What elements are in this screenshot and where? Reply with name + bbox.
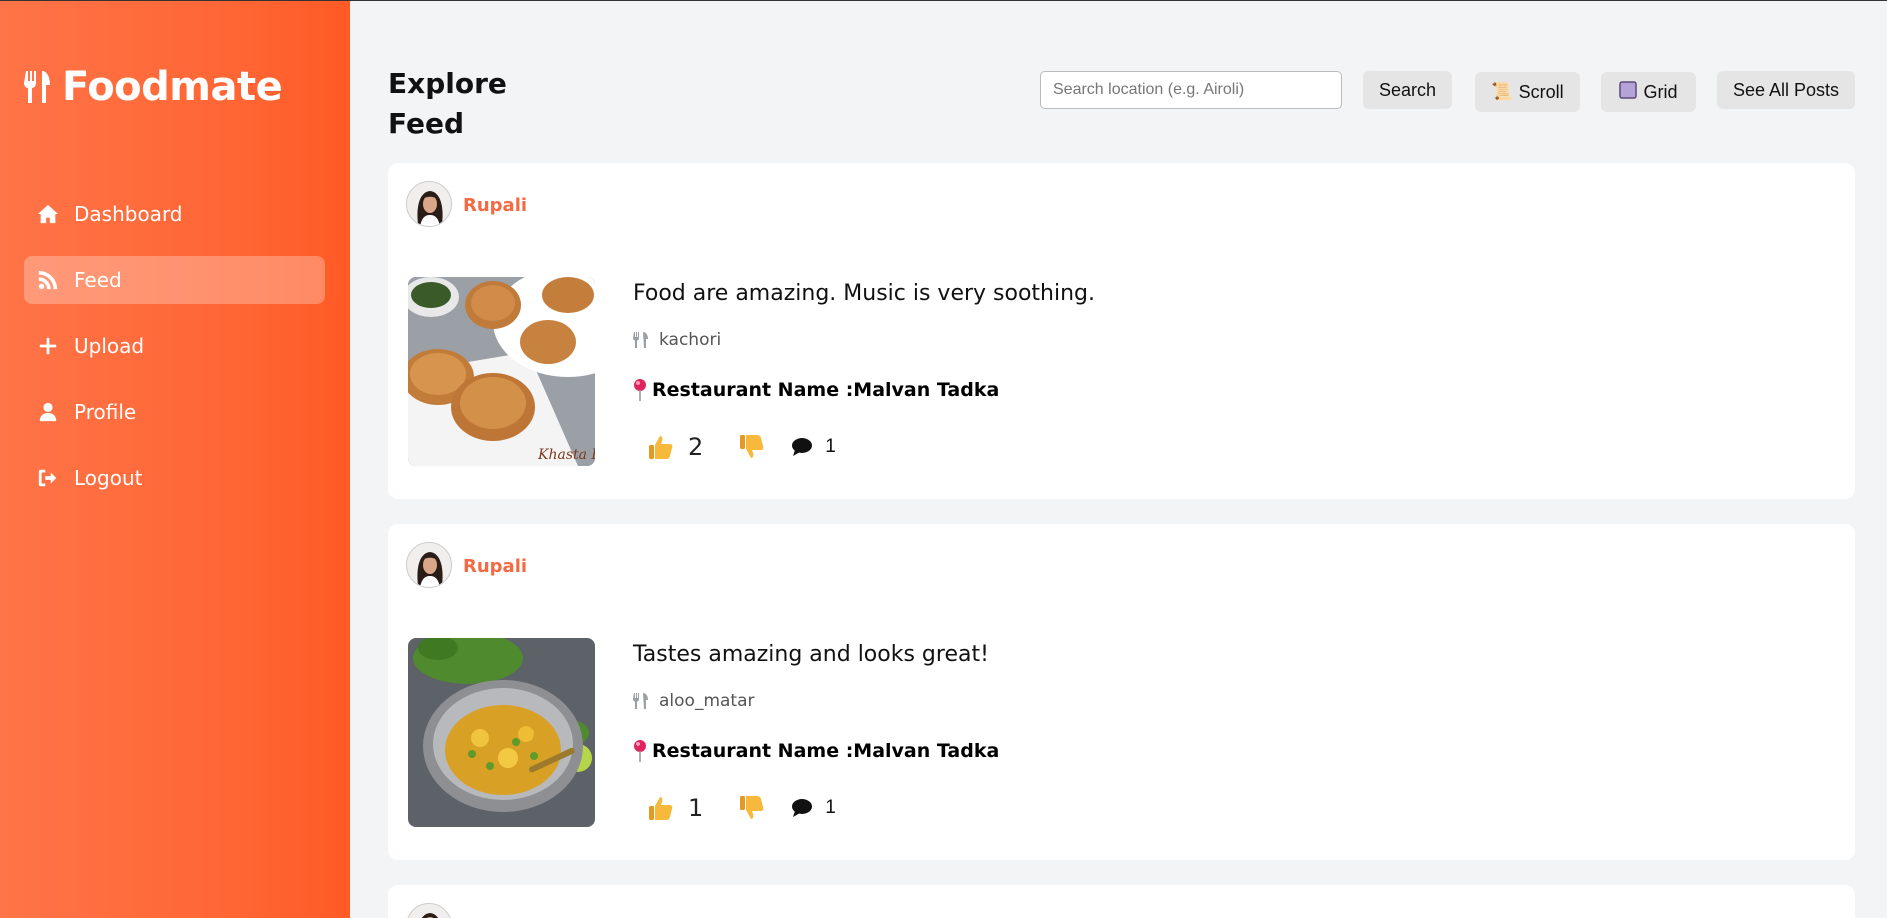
grid-button-label: Grid — [1643, 81, 1678, 102]
search-location-input[interactable] — [1040, 71, 1342, 109]
post-card — [388, 885, 1855, 918]
home-icon — [36, 202, 60, 226]
dish-tag: aloo_matar — [633, 691, 755, 711]
sidebar-item-upload[interactable]: Upload — [24, 322, 325, 370]
post-image-aloo-matar — [408, 638, 595, 827]
comment-count: 1 — [825, 797, 836, 818]
avatar[interactable] — [406, 903, 452, 918]
comment-icon — [792, 438, 813, 456]
thumbs-up-icon — [649, 797, 673, 820]
plus-icon — [36, 334, 60, 358]
like-button[interactable]: 2 — [648, 433, 703, 461]
restaurant-info: Restaurant Name : Malvan Tadka — [633, 740, 999, 762]
dish-tag: kachori — [633, 330, 721, 350]
like-button[interactable]: 1 — [648, 794, 703, 822]
see-all-posts-button[interactable]: See All Posts — [1717, 71, 1855, 109]
user-icon — [36, 400, 60, 424]
comment-count: 1 — [825, 436, 836, 457]
logout-icon — [36, 466, 60, 490]
sidebar-nav: Dashboard Feed Upload Profile Logout — [24, 190, 325, 520]
scroll-icon: 📜 — [1491, 82, 1513, 101]
post-caption: Food are amazing. Music is very soothing… — [633, 281, 1095, 306]
sidebar-item-label: Upload — [74, 334, 145, 358]
svg-text:Khasta K: Khasta K — [537, 447, 595, 463]
thumbs-up-icon — [649, 436, 673, 459]
pin-icon — [634, 379, 646, 401]
avatar[interactable] — [406, 542, 452, 588]
sidebar-item-label: Feed — [74, 268, 122, 292]
scroll-view-button[interactable]: 📜 Scroll — [1475, 72, 1580, 112]
post-card: Rupali Khasta K Food are amazing. Mu — [388, 163, 1855, 499]
sidebar: Foodmate Dashboard Feed Upload Profile L… — [0, 0, 350, 918]
page-title: Explore Feed — [388, 67, 507, 140]
window-top-border — [0, 0, 1887, 1]
dish-name: kachori — [659, 330, 722, 350]
pin-icon — [634, 740, 646, 762]
sidebar-item-dashboard[interactable]: Dashboard — [24, 190, 325, 238]
restaurant-name: Malvan Tadka — [853, 379, 1000, 401]
utensils-icon — [633, 693, 648, 709]
scroll-button-label: Scroll — [1518, 81, 1564, 102]
utensils-icon — [24, 71, 50, 103]
sidebar-item-label: Logout — [74, 466, 143, 490]
grid-view-button[interactable]: Grid — [1601, 72, 1696, 112]
like-count: 2 — [688, 433, 704, 461]
search-button[interactable]: Search — [1363, 71, 1452, 109]
post-card: Rupali Tastes amazing and looks great! a… — [388, 524, 1855, 860]
sidebar-item-label: Dashboard — [74, 202, 183, 226]
restaurant-name: Malvan Tadka — [853, 740, 1000, 762]
brand[interactable]: Foodmate — [24, 64, 283, 110]
sidebar-item-logout[interactable]: Logout — [24, 454, 325, 502]
post-actions: 1 1 — [648, 794, 836, 822]
post-caption: Tastes amazing and looks great! — [633, 642, 989, 667]
thumbs-down-icon[interactable] — [739, 434, 765, 460]
brand-name: Foodmate — [62, 64, 283, 110]
sidebar-item-feed[interactable]: Feed — [24, 256, 325, 304]
utensils-icon — [633, 332, 648, 348]
comment-button[interactable]: 1 — [791, 436, 836, 458]
restaurant-info: Restaurant Name : Malvan Tadka — [633, 379, 999, 401]
restaurant-label: Restaurant Name : — [652, 740, 854, 762]
sidebar-item-label: Profile — [74, 400, 137, 424]
restaurant-label: Restaurant Name : — [652, 379, 854, 401]
post-image-kachori: Khasta K — [408, 277, 595, 466]
comment-button[interactable]: 1 — [791, 797, 836, 819]
post-actions: 2 1 — [648, 433, 836, 461]
thumbs-down-icon[interactable] — [739, 795, 765, 821]
avatar[interactable] — [406, 181, 452, 227]
comment-icon — [792, 799, 813, 817]
rss-icon — [36, 268, 60, 292]
sidebar-item-profile[interactable]: Profile — [24, 388, 325, 436]
main-content: Explore Feed Search 📜 Scroll Grid See Al… — [350, 0, 1887, 918]
grid-icon — [1619, 80, 1638, 104]
post-username[interactable]: Rupali — [463, 195, 527, 216]
dish-name: aloo_matar — [659, 691, 755, 711]
like-count: 1 — [688, 794, 704, 822]
post-username[interactable]: Rupali — [463, 556, 527, 577]
